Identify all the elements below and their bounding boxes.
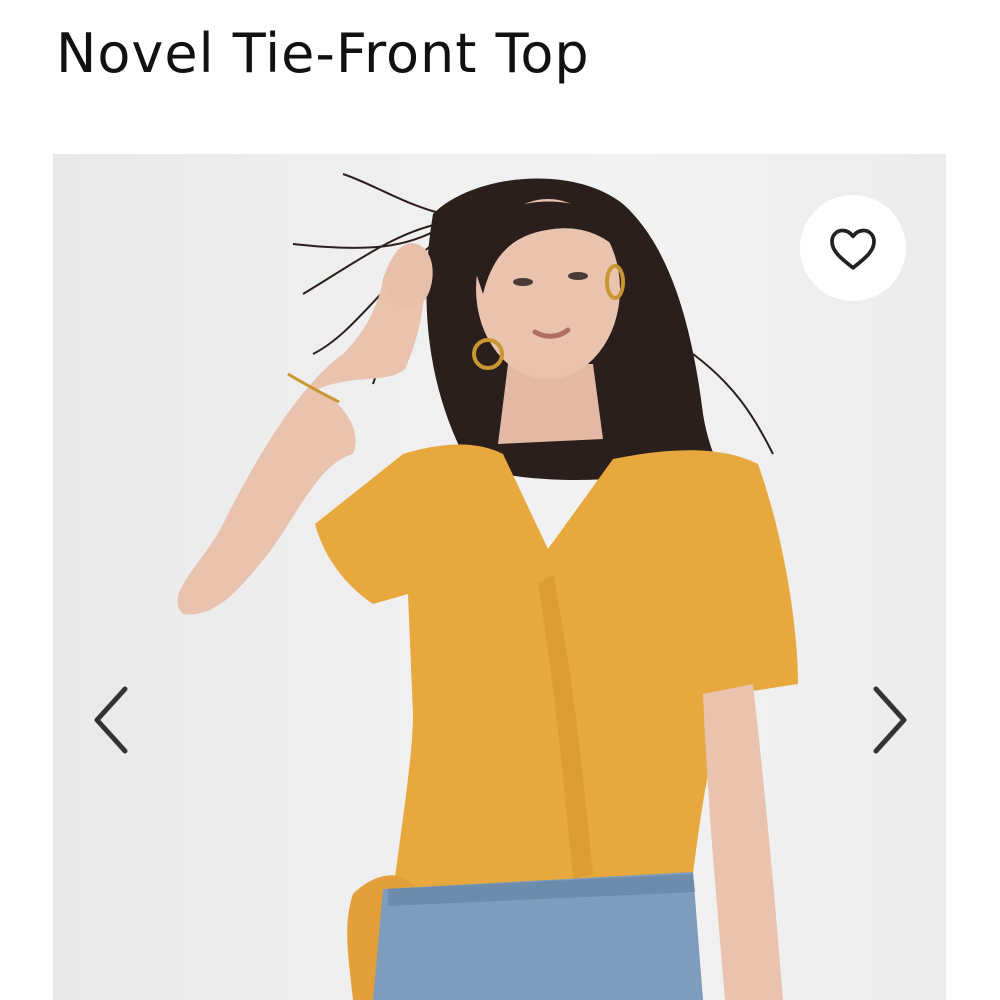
heart-outline-icon <box>830 228 876 270</box>
right-arm <box>703 684 783 1000</box>
eye-right <box>568 272 588 280</box>
product-title: Novel Tie-Front Top <box>56 22 590 85</box>
next-image-button[interactable] <box>860 680 920 760</box>
product-image-gallery[interactable] <box>53 154 946 1000</box>
chevron-left-icon <box>94 686 128 754</box>
previous-image-button[interactable] <box>81 680 141 760</box>
chevron-right-icon <box>873 686 907 754</box>
favorite-button[interactable] <box>800 195 906 301</box>
product-page: Novel Tie-Front Top <box>0 0 1000 1000</box>
eye-left <box>513 278 533 286</box>
